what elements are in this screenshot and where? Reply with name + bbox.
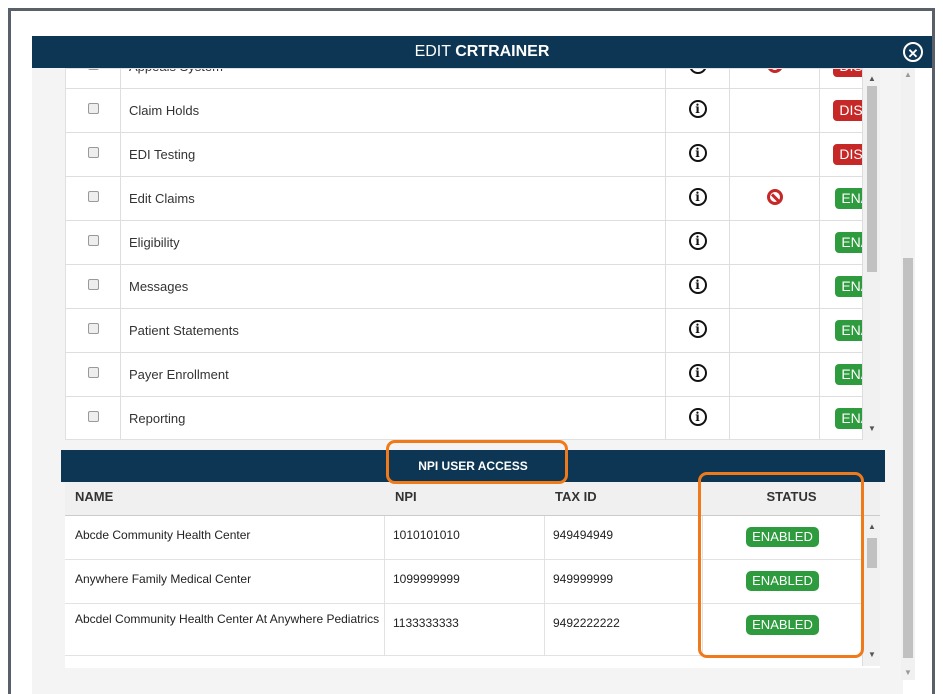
service-checkbox-cell bbox=[66, 69, 121, 88]
blocked-cell bbox=[730, 309, 820, 352]
npi-row-name: Abcdel Community Health Center At Anywhe… bbox=[65, 604, 385, 655]
modal-title-prefix: EDIT bbox=[414, 43, 456, 60]
info-icon[interactable]: i bbox=[688, 100, 707, 118]
blocked-cell bbox=[730, 397, 820, 439]
service-name: Messages bbox=[121, 265, 666, 308]
info-icon[interactable]: i bbox=[688, 232, 707, 250]
service-checkbox-cell bbox=[66, 177, 121, 220]
service-row: ReportingiENABLED bbox=[66, 397, 879, 439]
service-name: Edit Claims bbox=[121, 177, 666, 220]
npi-scrollbar-thumb[interactable] bbox=[867, 538, 877, 568]
service-row: Patient StatementsiENABLED bbox=[66, 309, 879, 353]
info-icon[interactable]: i bbox=[688, 276, 707, 294]
close-icon[interactable]: ✕ bbox=[903, 42, 923, 62]
info-icon[interactable]: i bbox=[688, 320, 707, 338]
services-table: Appeals SystemiDISABLEDClaim HoldsiDISAB… bbox=[65, 68, 880, 440]
scroll-up-arrow-icon[interactable]: ▲ bbox=[868, 522, 876, 531]
column-header-name[interactable]: NAME bbox=[65, 482, 385, 516]
blocked-cell bbox=[730, 353, 820, 396]
info-cell: i bbox=[666, 397, 730, 439]
service-name: Claim Holds bbox=[121, 89, 666, 132]
service-checkbox-cell bbox=[66, 309, 121, 352]
info-icon[interactable]: i bbox=[688, 188, 707, 206]
service-row: Payer EnrollmentiENABLED bbox=[66, 353, 879, 397]
service-checkbox-cell bbox=[66, 221, 121, 264]
highlight-npi-title bbox=[386, 440, 568, 484]
blocked-cell bbox=[730, 69, 820, 88]
info-icon[interactable]: i bbox=[688, 69, 707, 74]
service-row: MessagesiENABLED bbox=[66, 265, 879, 309]
info-cell: i bbox=[666, 89, 730, 132]
service-checkbox-cell bbox=[66, 133, 121, 176]
service-checkbox[interactable] bbox=[88, 235, 99, 246]
modal-scrollbar[interactable]: ▲ ▼ bbox=[901, 68, 915, 680]
npi-row-name: Abcde Community Health Center bbox=[65, 516, 385, 559]
services-scrollbar-thumb[interactable] bbox=[867, 86, 877, 272]
info-icon[interactable]: i bbox=[688, 364, 707, 382]
info-cell: i bbox=[666, 69, 730, 88]
npi-row-npi: 1099999999 bbox=[385, 560, 545, 603]
info-cell: i bbox=[666, 265, 730, 308]
column-header-npi[interactable]: NPI bbox=[385, 482, 545, 516]
scroll-up-arrow-icon[interactable]: ▲ bbox=[868, 74, 876, 83]
npi-row-npi: 1010101010 bbox=[385, 516, 545, 559]
service-checkbox[interactable] bbox=[88, 69, 99, 70]
service-name: Payer Enrollment bbox=[121, 353, 666, 396]
service-row: Edit ClaimsiENABLED bbox=[66, 177, 879, 221]
service-checkbox-cell bbox=[66, 397, 121, 439]
blocked-cell bbox=[730, 89, 820, 132]
blocked-cell bbox=[730, 133, 820, 176]
modal-scrollbar-thumb[interactable] bbox=[903, 258, 913, 658]
npi-row-npi: 1133333333 bbox=[385, 604, 545, 655]
info-cell: i bbox=[666, 353, 730, 396]
npi-row-tax-id: 9492222222 bbox=[545, 604, 703, 655]
no-entry-icon bbox=[766, 189, 783, 205]
service-checkbox[interactable] bbox=[88, 279, 99, 290]
no-entry-icon bbox=[766, 69, 783, 73]
service-name: Appeals System bbox=[121, 69, 666, 88]
scroll-down-arrow-icon[interactable]: ▼ bbox=[868, 650, 876, 659]
service-checkbox[interactable] bbox=[88, 367, 99, 378]
modal-title-user: CRTRAINER bbox=[455, 43, 550, 60]
blocked-cell bbox=[730, 265, 820, 308]
info-cell: i bbox=[666, 221, 730, 264]
service-row: Claim HoldsiDISABLED bbox=[66, 89, 879, 133]
service-checkbox[interactable] bbox=[88, 191, 99, 202]
info-icon[interactable]: i bbox=[688, 408, 707, 426]
service-name: Eligibility bbox=[121, 221, 666, 264]
info-cell: i bbox=[666, 133, 730, 176]
npi-scrollbar[interactable]: ▲ ▼ bbox=[862, 516, 880, 666]
highlight-status-column bbox=[698, 472, 864, 658]
service-checkbox-cell bbox=[66, 353, 121, 396]
service-name: Reporting bbox=[121, 397, 666, 439]
service-checkbox-cell bbox=[66, 89, 121, 132]
service-name: Patient Statements bbox=[121, 309, 666, 352]
service-checkbox-cell bbox=[66, 265, 121, 308]
blocked-cell bbox=[730, 221, 820, 264]
info-icon[interactable]: i bbox=[688, 144, 707, 162]
service-checkbox[interactable] bbox=[88, 411, 99, 422]
services-scrollbar[interactable]: ▲ ▼ bbox=[862, 68, 880, 440]
service-row: Appeals SystemiDISABLED bbox=[66, 69, 879, 89]
scroll-up-arrow-icon[interactable]: ▲ bbox=[904, 70, 912, 79]
service-checkbox[interactable] bbox=[88, 103, 99, 114]
service-name: EDI Testing bbox=[121, 133, 666, 176]
npi-row-tax-id: 949494949 bbox=[545, 516, 703, 559]
column-header-tax-id[interactable]: TAX ID bbox=[545, 482, 703, 516]
blocked-cell bbox=[730, 177, 820, 220]
info-cell: i bbox=[666, 177, 730, 220]
service-row: EDI TestingiDISABLED bbox=[66, 133, 879, 177]
npi-row-name: Anywhere Family Medical Center bbox=[65, 560, 385, 603]
npi-row-tax-id: 949999999 bbox=[545, 560, 703, 603]
info-cell: i bbox=[666, 309, 730, 352]
service-checkbox[interactable] bbox=[88, 323, 99, 334]
modal-header: EDIT CRTRAINER bbox=[32, 36, 932, 68]
service-checkbox[interactable] bbox=[88, 147, 99, 158]
service-row: EligibilityiENABLED bbox=[66, 221, 879, 265]
scroll-down-arrow-icon[interactable]: ▼ bbox=[868, 424, 876, 433]
scroll-down-arrow-icon[interactable]: ▼ bbox=[904, 668, 912, 677]
